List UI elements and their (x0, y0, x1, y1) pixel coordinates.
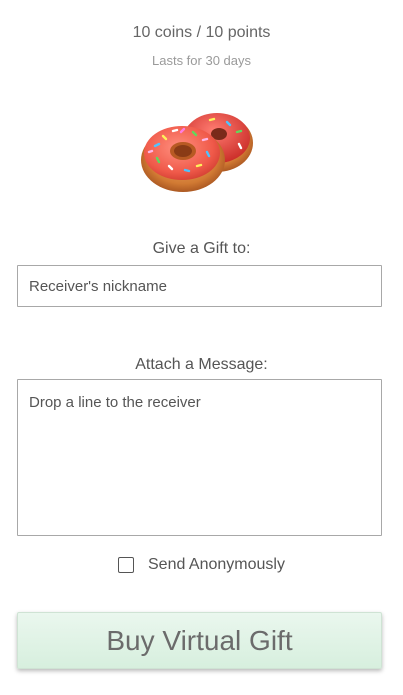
send-anonymously-label: Send Anonymously (148, 556, 285, 573)
gift-duration: Lasts for 30 days (152, 53, 251, 68)
gift-price: 10 coins / 10 points (132, 24, 271, 41)
recipient-label: Give a Gift to: (152, 240, 251, 257)
send-anonymously-option[interactable]: Send Anonymously (0, 554, 403, 576)
receiver-nickname-input[interactable] (17, 265, 382, 307)
donut-icon (141, 113, 253, 192)
send-anonymously-checkbox[interactable] (118, 557, 134, 573)
buy-virtual-gift-button[interactable]: Buy Virtual Gift (17, 612, 382, 669)
message-textarea[interactable] (17, 379, 382, 536)
message-label: Attach a Message: (135, 356, 268, 373)
